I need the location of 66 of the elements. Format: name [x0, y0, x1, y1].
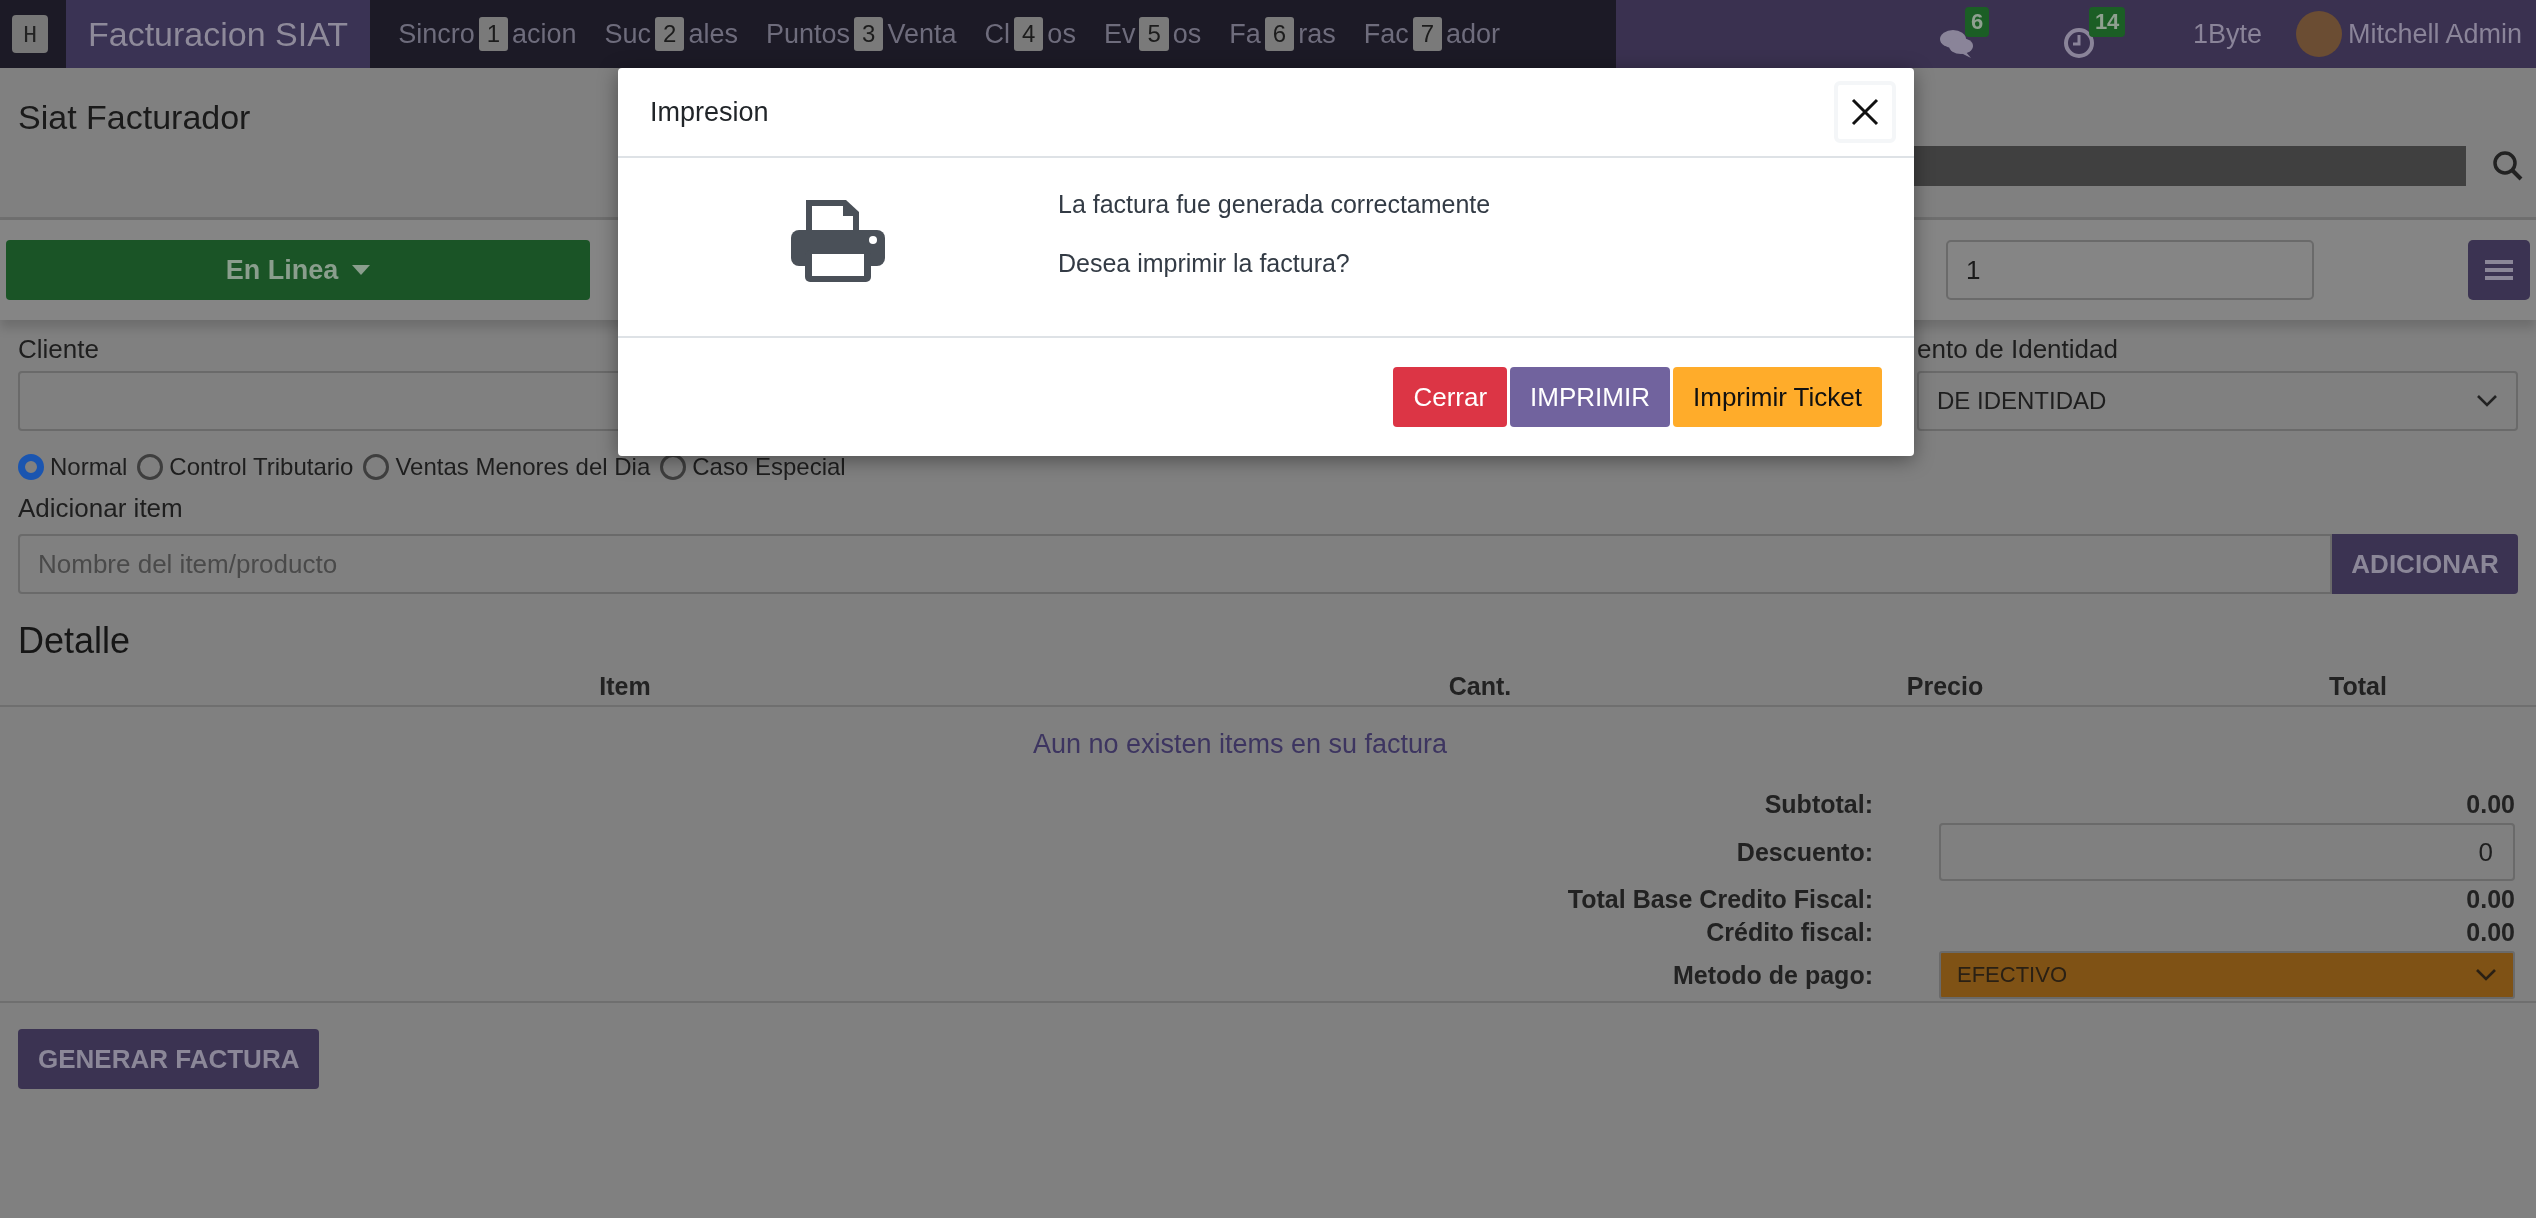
menu-item[interactable]: Fa 6 ras — [1229, 17, 1336, 51]
clock-icon — [2062, 27, 2095, 59]
total-value: 0.00 — [2465, 790, 2515, 819]
menu-item[interactable]: Cl 4 os — [984, 17, 1076, 51]
column-header: Item — [598, 672, 652, 701]
column-header: Precio — [1905, 672, 1985, 701]
generate-invoice-button[interactable]: GENERAR FACTURA — [18, 1029, 320, 1089]
shortcut-badge: 5 — [1139, 17, 1169, 51]
document-type-select[interactable]: DE IDENTIDAD — [1917, 371, 2518, 431]
shortcut-badge: 3 — [854, 17, 884, 51]
shortcut-badge: 1 — [478, 17, 509, 51]
chat-button[interactable]: 6 — [1938, 5, 2009, 63]
total-label: Metodo de pago: — [1672, 960, 1873, 990]
dialog-button[interactable]: Cerrar — [1393, 367, 1508, 427]
user-name[interactable]: Mitchell Admin — [2347, 18, 2522, 50]
menu-item[interactable]: Suc 2 ales — [604, 17, 738, 51]
quantity-field[interactable]: 1 — [1946, 240, 2314, 300]
shortcut-badge: 6 — [1264, 17, 1295, 51]
dialog-button[interactable]: Imprimir Ticket — [1673, 367, 1882, 427]
menu-button[interactable] — [2468, 240, 2530, 300]
caret-down-icon — [352, 265, 371, 275]
shortcut-badge: 4 — [1014, 17, 1044, 51]
dialog-title: Impresion — [650, 96, 769, 128]
dialog-button[interactable]: IMPRIMIR — [1510, 367, 1670, 427]
shortcut-badge: 7 — [1412, 17, 1443, 51]
total-label: Crédito fiscal: — [1705, 918, 1873, 947]
section-title: Detalle — [18, 620, 132, 662]
total-label: Total Base Credito Fiscal: — [1566, 885, 1873, 914]
payment-method-select[interactable]: EFECTIVO — [1939, 951, 2515, 999]
chevron-down-icon — [2475, 968, 2497, 982]
menu-icon — [2485, 258, 2513, 282]
field-label: Adicionar item — [18, 493, 184, 524]
menu-item[interactable]: Fac 7 ador — [1363, 17, 1501, 51]
field-label: ento de Identidad — [1917, 334, 2119, 365]
close-icon — [1850, 97, 1880, 127]
app-name[interactable]: Facturacion SIAT — [66, 0, 371, 68]
chat-icon — [1938, 27, 1975, 59]
company-name[interactable]: 1Byte — [2192, 18, 2262, 50]
shortcut-badge: 2 — [655, 17, 685, 51]
chevron-down-icon — [2476, 394, 2498, 408]
dialog-message: Desea imprimir la factura? — [1058, 249, 1351, 278]
close-button[interactable] — [1834, 81, 1896, 143]
empty-message: Aun no existen items en su factura — [1031, 729, 1449, 760]
total-label: Descuento: — [1735, 837, 1873, 867]
field-label: Cliente — [18, 334, 100, 365]
activity-count: 14 — [2088, 7, 2126, 37]
mode-dropdown-button[interactable]: En Linea — [6, 240, 590, 300]
chat-count: 6 — [1964, 7, 1990, 37]
page-title: Siat Facturador — [18, 98, 251, 137]
total-value: 0.00 — [2465, 885, 2515, 914]
search-icon[interactable] — [2492, 150, 2524, 182]
sale-type-radio[interactable]: Control Tributario — [137, 453, 354, 481]
sale-type-radio[interactable]: Ventas Menores del Dia — [363, 453, 651, 481]
discount-field[interactable]: 0 — [1939, 823, 2515, 881]
column-header: Cant. — [1447, 672, 1513, 701]
menu-item[interactable]: Ev 5 os — [1103, 17, 1202, 51]
activity-button[interactable]: 14 — [2062, 5, 2129, 63]
add-button[interactable]: ADICIONAR — [2332, 534, 2518, 594]
sale-type-radio[interactable]: Normal — [18, 453, 128, 481]
app-switcher-key[interactable]: H — [12, 15, 48, 53]
total-label: Subtotal: — [1763, 790, 1873, 819]
dialog-message: La factura fue generada correctamente — [1058, 190, 1491, 219]
menu-item[interactable]: Puntos 3 Venta — [766, 17, 957, 51]
menu-item[interactable]: Sincro 1 acion — [398, 17, 577, 51]
total-value: 0.00 — [2465, 918, 2515, 947]
column-header: Total — [2328, 672, 2388, 701]
